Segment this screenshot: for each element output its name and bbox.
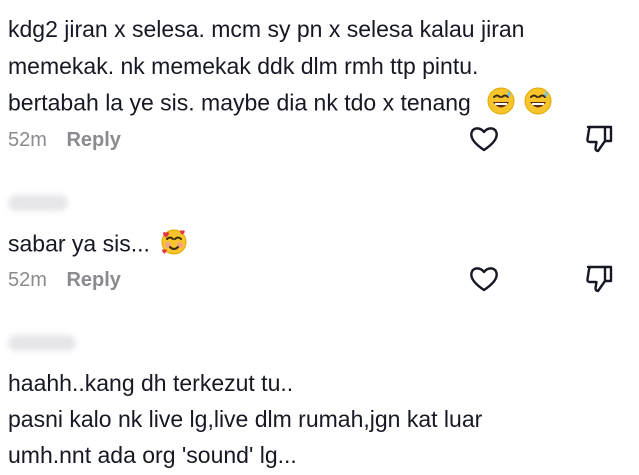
heart-outline-icon[interactable]	[467, 262, 501, 296]
grinning-sweat-emoji	[524, 87, 552, 122]
comment-2-reply-button[interactable]: Reply	[66, 269, 120, 291]
thumbs-down-outline-icon[interactable]	[582, 122, 616, 156]
comment-1-meta: 52m Reply	[8, 127, 121, 153]
comment-2-timestamp: 52m	[8, 269, 47, 291]
heart-outline-icon[interactable]	[467, 122, 501, 156]
comment-3-line-3: umh.nnt ada org 'sound' lg...	[8, 442, 297, 468]
comment-1-line-3: bertabah la ye sis. maybe dia nk tdo x t…	[8, 87, 552, 122]
comment-3-line-1: haahh..kang dh terkezut tu..	[8, 370, 294, 396]
comment-1-reply-button[interactable]: Reply	[66, 129, 120, 151]
comment-3-line-2: pasni kalo nk live lg,live dlm rumah,jgn…	[8, 406, 483, 432]
comment-2-meta: 52m Reply	[8, 267, 121, 293]
smiling-face-with-hearts-emoji	[160, 228, 188, 263]
grinning-sweat-emoji	[487, 87, 515, 122]
comment-1-line-1: kdg2 jiran x selesa. mcm sy pn x selesa …	[8, 16, 525, 42]
comment-2-username-blurred	[8, 195, 68, 211]
thumbs-down-outline-icon[interactable]	[582, 262, 616, 296]
comment-1-timestamp: 52m	[8, 129, 47, 151]
comment-3-username-blurred	[8, 335, 76, 351]
comment-2-line-1: sabar ya sis...	[8, 228, 188, 263]
comment-1-line-2: memekak. nk memekak ddk dlm rmh ttp pint…	[8, 53, 479, 79]
comment-1-line-3-text: bertabah la ye sis. maybe dia nk tdo x t…	[8, 89, 471, 116]
comment-2-line-1-text: sabar ya sis...	[8, 230, 150, 257]
